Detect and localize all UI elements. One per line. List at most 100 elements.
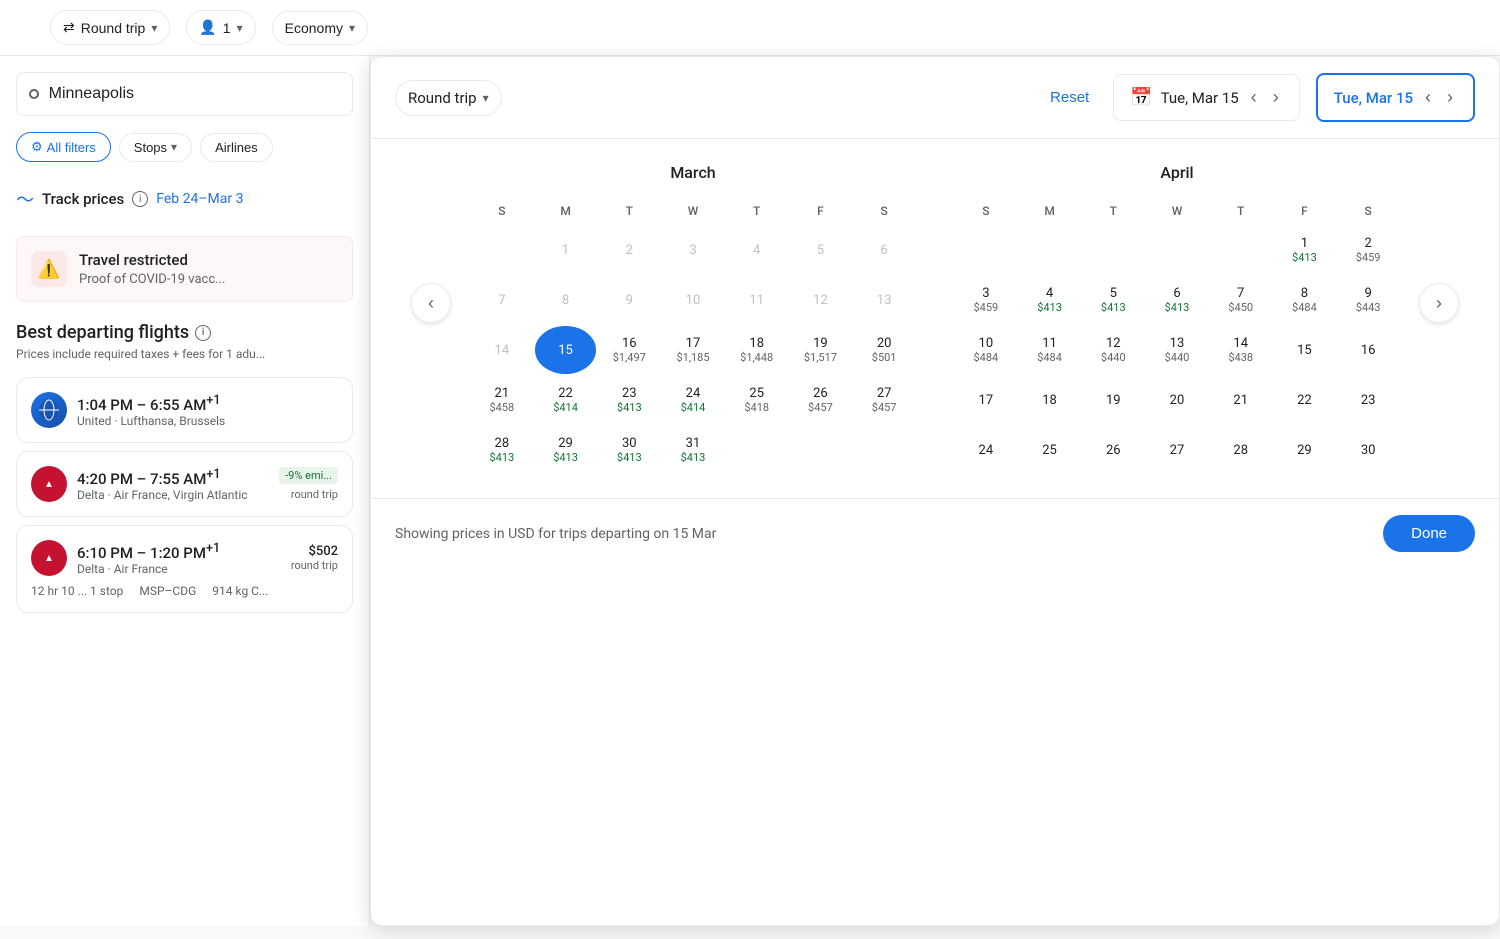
march-day-25[interactable]: 25$418	[726, 376, 788, 424]
march-day-26[interactable]: 26$457	[790, 376, 852, 424]
april-day-12[interactable]: 12$440	[1082, 326, 1144, 374]
reset-button[interactable]: Reset	[1042, 81, 1097, 114]
march-day-8: 8	[535, 276, 597, 324]
april-day-29[interactable]: 29	[1274, 426, 1336, 474]
april-title: April	[955, 163, 1399, 182]
march-day-29[interactable]: 29$413	[535, 426, 597, 474]
airlines-filter-button[interactable]: Airlines	[200, 133, 273, 162]
april-day-13[interactable]: 13$440	[1146, 326, 1208, 374]
day-header-sa1: S	[853, 198, 915, 224]
april-day-2[interactable]: 2$459	[1337, 226, 1399, 274]
april-day-4[interactable]: 4$413	[1019, 276, 1081, 324]
march-day-30[interactable]: 30$413	[598, 426, 660, 474]
april-day-27[interactable]: 27	[1146, 426, 1208, 474]
april-day-23[interactable]: 23	[1337, 376, 1399, 424]
april-day-10[interactable]: 10$484	[955, 326, 1017, 374]
april-empty-1	[955, 226, 1017, 274]
april-empty-2	[1019, 226, 1081, 274]
march-day-16[interactable]: 16$1,497	[598, 326, 660, 374]
return-next-button[interactable]: ›	[1443, 83, 1457, 112]
march-day-17[interactable]: 17$1,185	[662, 326, 724, 374]
day-header-th1: T	[726, 198, 788, 224]
april-day-22[interactable]: 22	[1274, 376, 1336, 424]
april-day-20[interactable]: 20	[1146, 376, 1208, 424]
flight-2-trip: round trip	[291, 488, 338, 501]
flight-2-times: 4:20 PM – 7:55 AM+1	[77, 467, 248, 488]
march-day-22[interactable]: 22$414	[535, 376, 597, 424]
april-day-6[interactable]: 6$413	[1146, 276, 1208, 324]
flight-3-price: $502	[291, 544, 338, 559]
calendar-trip-type-selector[interactable]: Round trip ▾	[395, 80, 502, 116]
april-day-9[interactable]: 9$443	[1337, 276, 1399, 324]
april-day-28[interactable]: 28	[1210, 426, 1272, 474]
airline-logo-united	[31, 392, 67, 428]
april-day-24[interactable]: 24	[955, 426, 1017, 474]
april-day-18[interactable]: 18	[1019, 376, 1081, 424]
stops-filter-label: Stops	[134, 140, 167, 155]
april-day-21[interactable]: 21	[1210, 376, 1272, 424]
travel-restricted-subtitle: Proof of COVID-19 vacc...	[79, 272, 225, 287]
april-day-26[interactable]: 26	[1082, 426, 1144, 474]
depart-next-button[interactable]: ›	[1269, 83, 1283, 112]
depart-date-nav[interactable]: 📅 Tue, Mar 15 ‹ ›	[1113, 74, 1300, 121]
march-day-10: 10	[662, 276, 724, 324]
april-day-30[interactable]: 30	[1337, 426, 1399, 474]
calendar-footer: Showing prices in USD for trips departin…	[371, 498, 1499, 568]
track-prices-date-range: Feb 24–Mar 3	[156, 191, 243, 207]
trip-type-button[interactable]: ⇄ Round trip ▾	[50, 10, 170, 45]
day-header-t1: T	[598, 198, 660, 224]
done-button[interactable]: Done	[1383, 515, 1475, 552]
march-day-11: 11	[726, 276, 788, 324]
march-day-31[interactable]: 31$413	[662, 426, 724, 474]
flight-3-airline: Delta · Air France	[77, 562, 281, 576]
info-icon[interactable]: i	[195, 325, 211, 341]
april-day-11[interactable]: 11$484	[1019, 326, 1081, 374]
april-day-1[interactable]: 1$413	[1274, 226, 1336, 274]
search-origin[interactable]	[16, 72, 353, 116]
april-day-3[interactable]: 3$459	[955, 276, 1017, 324]
march-day-15[interactable]: 15	[535, 326, 597, 374]
march-day-24[interactable]: 24$414	[662, 376, 724, 424]
calendar-next-button[interactable]: ›	[1419, 283, 1459, 323]
april-day-19[interactable]: 19	[1082, 376, 1144, 424]
march-day-20[interactable]: 20$501	[853, 326, 915, 374]
april-day-5[interactable]: 5$413	[1082, 276, 1144, 324]
march-day-19[interactable]: 19$1,517	[790, 326, 852, 374]
track-prices-info-icon[interactable]: i	[132, 191, 148, 207]
day-header-s2: S	[955, 198, 1017, 224]
passengers-button[interactable]: 👤 1 ▾	[186, 10, 255, 45]
origin-input[interactable]	[49, 85, 340, 103]
march-day-13: 13	[853, 276, 915, 324]
april-empty-5	[1210, 226, 1272, 274]
flight-card-3[interactable]: ▲ 6:10 PM – 1:20 PM+1 Delta · Air France…	[16, 525, 353, 613]
depart-prev-button[interactable]: ‹	[1247, 83, 1261, 112]
april-day-25[interactable]: 25	[1019, 426, 1081, 474]
flight-1-meta: United · Lufthansa, Brussels	[77, 414, 225, 428]
travel-restricted-card: ⚠️ Travel restricted Proof of COVID-19 v…	[16, 236, 353, 302]
april-day-17[interactable]: 17	[955, 376, 1017, 424]
return-prev-button[interactable]: ‹	[1421, 83, 1435, 112]
flight-2-meta: Delta · Air France, Virgin Atlantic	[77, 488, 248, 502]
april-day-7[interactable]: 7$450	[1210, 276, 1272, 324]
march-day-21[interactable]: 21$458	[471, 376, 533, 424]
march-day-18[interactable]: 18$1,448	[726, 326, 788, 374]
flight-card-2[interactable]: ▲ 4:20 PM – 7:55 AM+1 Delta · Air France…	[16, 451, 353, 517]
filters-row: ⚙ All filters Stops ▾ Airlines	[16, 132, 353, 162]
flight-1-times: 1:04 PM – 6:55 AM+1	[77, 393, 225, 414]
april-day-16[interactable]: 16	[1337, 326, 1399, 374]
calendar-prev-button[interactable]: ‹	[411, 283, 451, 323]
calendar-header: Round trip ▾ Reset 📅 Tue, Mar 15 ‹ › Tue…	[371, 57, 1499, 139]
cabin-button[interactable]: Economy ▾	[272, 11, 368, 45]
april-day-14[interactable]: 14$438	[1210, 326, 1272, 374]
return-date-nav[interactable]: Tue, Mar 15 ‹ ›	[1316, 73, 1475, 122]
march-day-23[interactable]: 23$413	[598, 376, 660, 424]
all-filters-button[interactable]: ⚙ All filters	[16, 132, 111, 162]
april-day-15[interactable]: 15	[1274, 326, 1336, 374]
passengers-chevron-icon: ▾	[237, 21, 243, 35]
march-day-28[interactable]: 28$413	[471, 426, 533, 474]
stops-filter-button[interactable]: Stops ▾	[119, 133, 192, 162]
person-icon: 👤	[199, 19, 216, 36]
flight-card-1[interactable]: 1:04 PM – 6:55 AM+1 United · Lufthansa, …	[16, 377, 353, 443]
april-day-8[interactable]: 8$484	[1274, 276, 1336, 324]
march-day-27[interactable]: 27$457	[853, 376, 915, 424]
